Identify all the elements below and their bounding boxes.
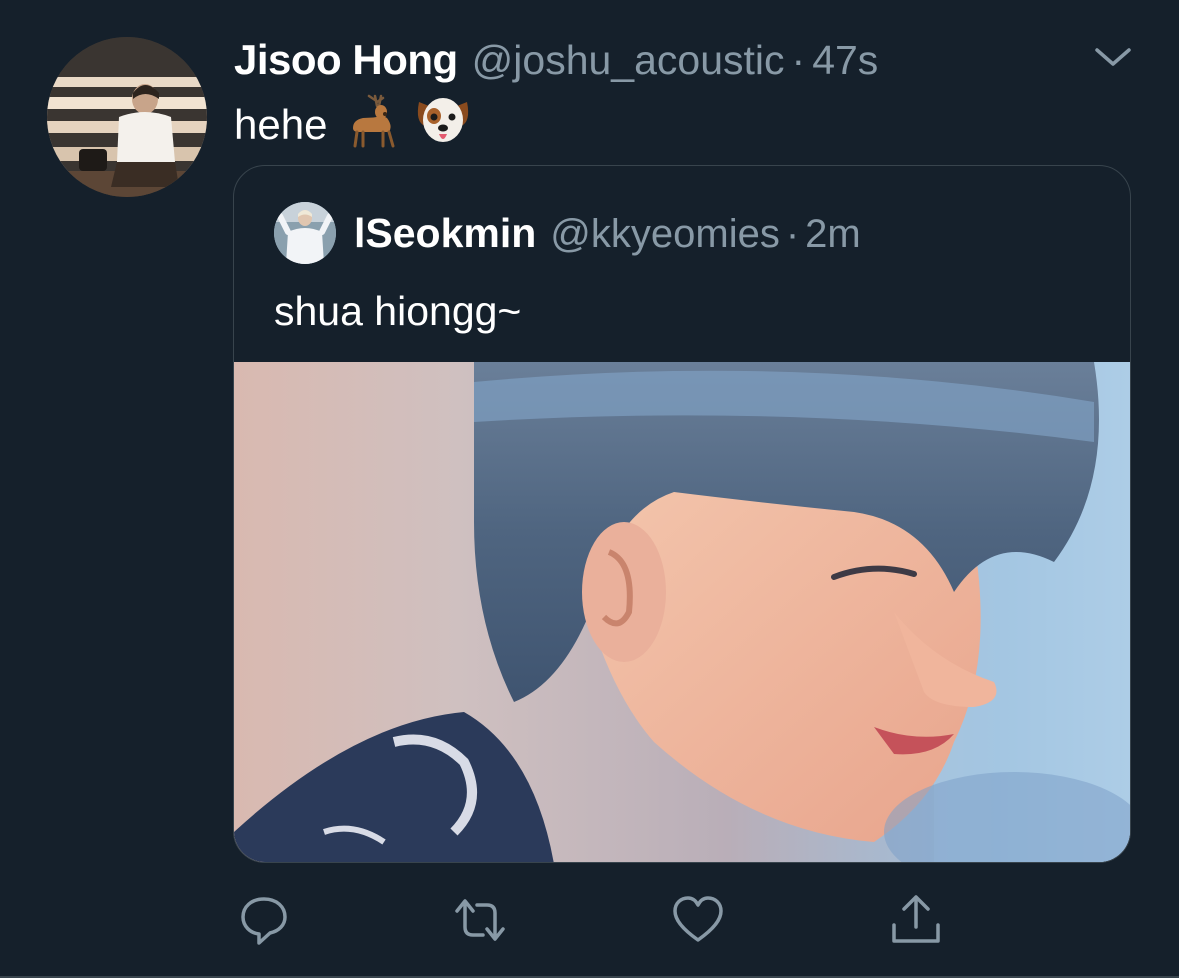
author-avatar[interactable] — [47, 37, 207, 197]
deer-icon — [353, 94, 395, 148]
tweet[interactable]: Jisoo Hong @joshu_acoustic · 47s hehe lS… — [0, 0, 1179, 978]
tweet-text-content: hehe — [234, 101, 328, 148]
quoted-tweet-text: shua hiongg~ — [274, 288, 522, 334]
quoted-author-handle[interactable]: @kkyeomies — [550, 212, 780, 257]
quoted-tweet-timestamp[interactable]: 2m — [805, 212, 861, 257]
separator-dot: · — [791, 37, 806, 83]
quoted-author-avatar[interactable] — [274, 202, 336, 264]
retweet-icon[interactable] — [453, 893, 507, 947]
deer-emoji-icon — [345, 92, 403, 158]
author-name[interactable]: Jisoo Hong — [234, 36, 458, 84]
reply-icon[interactable] — [237, 893, 291, 947]
heart-icon[interactable] — [671, 893, 725, 947]
quoted-author-name[interactable]: lSeokmin — [354, 210, 536, 257]
quoted-tweet[interactable]: lSeokmin @kkyeomies · 2m shua hiongg~ — [233, 165, 1131, 863]
tweet-actions — [0, 893, 1179, 947]
share-icon[interactable] — [889, 893, 943, 947]
chevron-down-icon[interactable] — [1093, 44, 1133, 72]
quoted-avatar-photo — [274, 202, 336, 264]
quoted-tweet-photo[interactable] — [234, 362, 1130, 862]
dog-emoji-icon — [413, 92, 473, 158]
photo-illustration — [234, 362, 1130, 862]
quoted-separator-dot: · — [785, 212, 800, 256]
tweet-timestamp[interactable]: 47s — [812, 37, 878, 84]
dog-face-icon — [418, 98, 469, 142]
author-handle[interactable]: @joshu_acoustic — [472, 37, 785, 84]
quoted-tweet-header: lSeokmin @kkyeomies · 2m — [354, 210, 861, 257]
tweet-text: hehe — [234, 92, 473, 158]
tweet-header: Jisoo Hong @joshu_acoustic · 47s — [234, 36, 878, 84]
avatar-photo — [47, 37, 207, 197]
